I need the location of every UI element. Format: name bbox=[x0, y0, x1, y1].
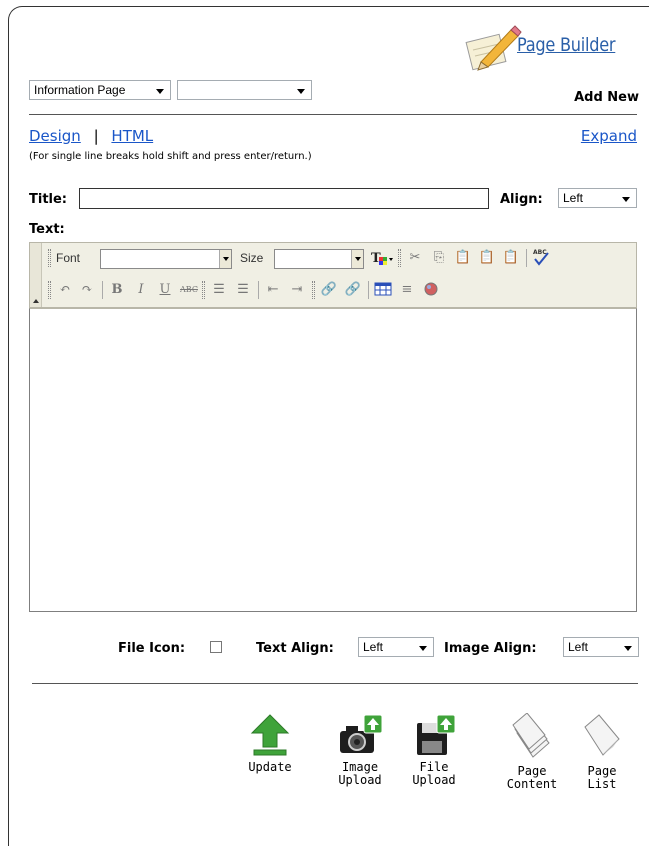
paste-text-icon[interactable]: 📋 bbox=[478, 249, 496, 267]
file-upload-button[interactable]: File Upload bbox=[402, 713, 466, 787]
undo-icon[interactable]: ↶ bbox=[56, 281, 74, 299]
indent-icon[interactable]: ⇥ bbox=[288, 281, 306, 299]
underline-icon[interactable]: U bbox=[156, 281, 174, 299]
bold-icon[interactable]: B bbox=[108, 281, 126, 299]
floppy-upload-icon bbox=[417, 714, 456, 755]
size-label: Size bbox=[240, 251, 264, 265]
text-align-select-value: Left bbox=[363, 640, 384, 654]
secondary-select[interactable] bbox=[177, 80, 312, 100]
text-align-select[interactable]: Left bbox=[358, 637, 434, 657]
font-select[interactable] bbox=[100, 249, 232, 269]
svg-text:ABC: ABC bbox=[533, 249, 547, 256]
camera-upload-icon bbox=[340, 714, 383, 753]
text-label: Text: bbox=[29, 222, 65, 237]
chevron-down-icon bbox=[624, 646, 632, 651]
image-align-select[interactable]: Left bbox=[563, 637, 639, 657]
pencil-notepad-icon bbox=[465, 25, 522, 71]
toolbar-separator bbox=[526, 249, 527, 267]
horizontal-rule-icon[interactable]: ≡ bbox=[398, 281, 416, 299]
html-link[interactable]: HTML bbox=[111, 127, 153, 145]
update-button[interactable]: Update bbox=[238, 713, 302, 774]
align-select-value: Left bbox=[563, 191, 584, 205]
copy-icon[interactable]: ⎘ bbox=[430, 249, 448, 267]
numbered-list-icon[interactable]: ☰ bbox=[210, 281, 228, 299]
toolbar-collapse-button[interactable] bbox=[30, 243, 42, 307]
chevron-down-icon bbox=[219, 250, 231, 268]
image-upload-label: Image Upload bbox=[338, 760, 382, 787]
title-input[interactable] bbox=[79, 188, 489, 209]
outdent-icon[interactable]: ⇤ bbox=[264, 281, 282, 299]
toolbar-grip[interactable] bbox=[398, 249, 401, 267]
chevron-down-icon bbox=[156, 89, 164, 94]
divider bbox=[29, 114, 637, 115]
toolbar-grip[interactable] bbox=[48, 281, 51, 299]
add-new-button[interactable]: Add New bbox=[574, 90, 639, 105]
special-object-icon[interactable] bbox=[422, 281, 440, 299]
image-align-select-value: Left bbox=[568, 640, 589, 654]
size-select[interactable] bbox=[274, 249, 364, 269]
image-align-label: Image Align: bbox=[444, 641, 537, 656]
text-color-icon[interactable]: T bbox=[370, 249, 394, 267]
page-list-button[interactable]: Page List bbox=[570, 713, 634, 791]
page-stack-icon bbox=[512, 712, 550, 758]
collapse-triangle-icon bbox=[33, 299, 39, 303]
mode-separator: | bbox=[93, 127, 99, 145]
line-break-hint: (For single line breaks hold shift and p… bbox=[29, 151, 312, 162]
redo-icon[interactable]: ↷ bbox=[78, 281, 96, 299]
expand-link[interactable]: Expand bbox=[581, 127, 637, 145]
italic-icon[interactable]: I bbox=[132, 281, 150, 299]
editor-toolbar: Font Size T ✂ ⎘ 📋 📋 📋 ABC ↶ ↷ B I U ABC … bbox=[29, 242, 637, 308]
spellcheck-icon[interactable]: ABC bbox=[532, 247, 550, 266]
font-label: Font bbox=[56, 251, 81, 265]
chevron-down-icon bbox=[419, 646, 427, 651]
page-icon bbox=[584, 714, 620, 756]
design-link[interactable]: Design bbox=[29, 127, 81, 145]
page-content-button[interactable]: Page Content bbox=[500, 712, 564, 791]
toolbar-grip[interactable] bbox=[48, 249, 51, 267]
toolbar-grip[interactable] bbox=[312, 281, 315, 299]
insert-table-icon[interactable] bbox=[374, 281, 392, 299]
title-label: Title: bbox=[29, 192, 68, 207]
bullet-list-icon[interactable]: ☰ bbox=[234, 281, 252, 299]
remove-link-icon[interactable]: 🔗 bbox=[344, 281, 362, 299]
file-upload-label: File Upload bbox=[412, 760, 456, 787]
page-builder-logo[interactable]: Page Builder bbox=[463, 24, 643, 74]
mode-switcher: Design | HTML bbox=[29, 127, 153, 145]
toolbar-separator bbox=[368, 281, 369, 299]
logo-text: Page Builder bbox=[517, 34, 616, 56]
paste-word-icon[interactable]: 📋 bbox=[502, 249, 520, 267]
file-icon-label: File Icon: bbox=[118, 641, 186, 656]
page-list-label: Page List bbox=[587, 764, 617, 791]
strikethrough-icon[interactable]: ABC bbox=[180, 281, 198, 299]
align-select[interactable]: Left bbox=[558, 188, 637, 208]
rich-text-editor[interactable] bbox=[29, 308, 637, 612]
cut-icon[interactable]: ✂ bbox=[406, 249, 424, 267]
insert-link-icon[interactable]: 🔗 bbox=[320, 281, 338, 299]
update-label: Update bbox=[248, 760, 292, 774]
page-type-select[interactable]: Information Page bbox=[29, 80, 171, 100]
page-type-select-value: Information Page bbox=[34, 83, 126, 97]
paste-icon[interactable]: 📋 bbox=[454, 249, 472, 267]
align-label: Align: bbox=[500, 192, 543, 207]
upload-arrow-icon bbox=[250, 714, 290, 756]
toolbar-separator bbox=[102, 281, 103, 299]
chevron-down-icon bbox=[297, 89, 305, 94]
text-align-label: Text Align: bbox=[256, 641, 334, 656]
chevron-down-icon bbox=[622, 197, 630, 202]
chevron-down-icon bbox=[351, 250, 363, 268]
divider bbox=[32, 683, 638, 684]
toolbar-separator bbox=[258, 281, 259, 299]
page-content-label: Page Content bbox=[506, 764, 558, 791]
toolbar-grip[interactable] bbox=[202, 281, 205, 299]
image-upload-button[interactable]: Image Upload bbox=[328, 713, 392, 787]
file-icon-checkbox[interactable] bbox=[210, 641, 222, 653]
